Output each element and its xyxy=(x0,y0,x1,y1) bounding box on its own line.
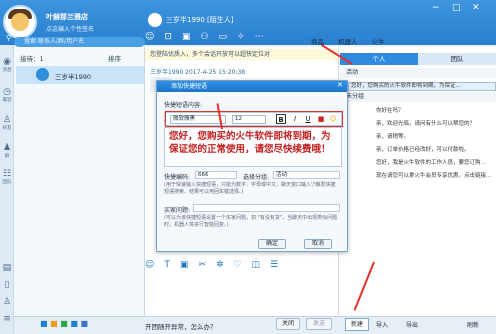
tab-team[interactable]: 团队 xyxy=(418,53,496,65)
phrase-editor[interactable]: 您好，您购买的火牛软件即将到期，为保证您的正常使用，请您尽快续费哦！ xyxy=(164,127,342,167)
team-icon: ☷ xyxy=(2,169,12,179)
contact-icon[interactable]: ♙ xyxy=(0,297,14,307)
person-icon: ♙ xyxy=(2,115,12,125)
gift-icon[interactable]: ✧ xyxy=(237,32,245,42)
app-icon[interactable]: ■ xyxy=(70,319,78,328)
text-icon[interactable]: T xyxy=(164,260,170,270)
send-button[interactable]: 发送 xyxy=(306,318,332,330)
menu-icon[interactable]: ≡ xyxy=(0,314,14,324)
heart-icon[interactable]: ♡ xyxy=(234,260,242,270)
keyword-hint: (可以为该快捷短语设置一个买家问题，如 "有没有货"，当聊天中出现类似问题时，机… xyxy=(164,215,338,228)
sort-button[interactable]: 排序 xyxy=(108,53,121,63)
keyword-label: 买家问题: xyxy=(164,207,191,214)
cancel-button[interactable]: 取消 xyxy=(304,239,332,249)
chat-toolbar: ☺ ⊡ ▣ ⚇ ▭ ✧ ⋯ xyxy=(145,32,331,46)
calendar-icon[interactable]: ▤ xyxy=(0,263,14,273)
emoji-icon[interactable]: ☺ xyxy=(145,260,154,270)
close-icon[interactable]: ✕ xyxy=(472,3,480,13)
app-icon[interactable]: ■ xyxy=(60,319,68,328)
signature[interactable]: 点这编入个性签名 xyxy=(46,24,94,33)
chat-avatar xyxy=(148,13,162,27)
input-toolbar: ☺ T ▣ ✂ ✲ ♡ ◫ ☰ xyxy=(145,260,338,274)
image-icon[interactable]: ▣ xyxy=(180,260,189,270)
phrase-item[interactable]: 您好，我是火牛软件的工作人员，要您订购… xyxy=(376,158,486,166)
ok-button[interactable]: 确定 xyxy=(258,239,286,249)
phrase-item[interactable]: 现在请您可以拿火牛会员专享优惠，点击链接… xyxy=(376,171,492,179)
format-highlight xyxy=(165,111,343,127)
phrase-icon[interactable]: ☰ xyxy=(270,260,278,270)
contact-avatar xyxy=(36,68,49,81)
contact-row[interactable]: 三岁半1990 xyxy=(16,66,144,84)
shortcut-label: 快捷编码: xyxy=(164,174,191,181)
nav-groups[interactable]: ♟ 群 xyxy=(0,143,14,159)
app-icon[interactable]: ■ xyxy=(40,319,48,328)
message-header: 三岁半1990 2017-4-25 15:20:38 xyxy=(150,69,246,76)
nav-recent[interactable]: ◷ 最近 xyxy=(0,87,14,103)
phone-icon[interactable]: ▯ xyxy=(0,280,14,290)
contact-name: 三岁半1990 xyxy=(55,73,92,81)
folder-icon[interactable]: ▣ xyxy=(182,32,191,42)
phrase-item[interactable]: 亲，请稍等。 xyxy=(376,132,409,140)
status-text[interactable]: 开团随开异常，怎么办？ xyxy=(145,321,217,331)
left-nav: ◉ 消息 ◷ 最近 ♙ 好友 ♟ 群 ☷ 团队 ▤ ▯ ♙ ≡ xyxy=(0,45,14,334)
tab-fireox[interactable]: 火牛 xyxy=(372,36,385,46)
phrase-item[interactable]: 你好在吗？ xyxy=(376,106,404,114)
group-ungrouped[interactable]: 未分组 xyxy=(340,92,496,102)
close-icon[interactable]: ✕ xyxy=(337,81,343,89)
notice-bar: 您登陆优质入，多个会话开放可以超快定位对 xyxy=(145,49,338,60)
minimize-icon[interactable]: − xyxy=(432,3,440,13)
new-button[interactable]: 新建 xyxy=(345,318,369,331)
group-icon: ♟ xyxy=(2,143,12,153)
nav-team[interactable]: ☷ 团队 xyxy=(0,169,14,185)
nav-friends[interactable]: ♙ 好友 xyxy=(0,115,14,131)
phrase-item[interactable]: 亲，欢迎光临，请问有什么可以帮您的？ xyxy=(376,119,475,127)
app-icons: ■ ■ ■ ■ ■ xyxy=(40,319,88,328)
snap-icon[interactable]: ✲ xyxy=(216,260,224,270)
group-select[interactable]: 活动 xyxy=(273,171,340,179)
search-icon: ⚲ xyxy=(6,34,12,42)
history-icon[interactable]: ◫ xyxy=(252,260,261,270)
reception-count: 接待：1 xyxy=(20,55,44,63)
shortcut-input[interactable]: 666 xyxy=(195,171,237,179)
group-label: 选择分组: xyxy=(243,174,270,181)
nav-messages[interactable]: ◉ 消息 xyxy=(0,57,14,73)
refresh-button[interactable]: 刷新 xyxy=(467,320,479,329)
shop-name: 叶赫那兰雅店 xyxy=(46,13,88,21)
app-icon[interactable]: ■ xyxy=(80,319,88,328)
contact-list xyxy=(14,47,145,316)
export-button[interactable]: 导出 xyxy=(406,320,418,329)
content-label: 快捷短语内容: xyxy=(164,102,203,109)
message-icon: ◉ xyxy=(3,57,11,67)
screenshot-icon[interactable]: ⊡ xyxy=(164,32,172,42)
cut-icon[interactable]: ✂ xyxy=(198,260,206,270)
card-icon[interactable]: ▭ xyxy=(219,32,228,42)
top-tabs: 商品 机器人 火牛 xyxy=(311,36,496,46)
app-icon[interactable]: ■ xyxy=(50,319,58,328)
phrase-item[interactable]: 您好，您购买的火牛软件即将到期，为保证… xyxy=(348,82,496,91)
dialog-title: 添加快捷短语 xyxy=(157,81,347,92)
tab-robot[interactable]: 机器人 xyxy=(338,36,358,46)
close-button[interactable]: 关闭 xyxy=(276,318,300,330)
emoji-icon[interactable]: ☺ xyxy=(145,32,154,42)
user-icon[interactable]: ⚇ xyxy=(200,32,208,42)
phrase-tabs: 个人 团队 xyxy=(340,53,496,65)
maximize-icon[interactable]: □ xyxy=(452,3,461,13)
group-activity[interactable]: 活动 xyxy=(340,68,496,78)
import-button[interactable]: 导入 xyxy=(376,320,388,329)
search-input[interactable]: 搜索:联系人/群/用户名 xyxy=(14,37,145,47)
keyword-input[interactable] xyxy=(193,204,340,212)
phrase-item[interactable]: 亲，订单价格已经改好，可以付款啦。 xyxy=(376,145,470,153)
more-icon[interactable]: ⋯ xyxy=(255,32,264,42)
clock-icon: ◷ xyxy=(3,87,11,97)
chat-title: 三岁半1990 [陌生人] xyxy=(166,16,234,24)
shortcut-hint: (用于快速输入快捷短语，只能为数字、字母或中文，聊天窗口输入'/'触发快捷短语搜… xyxy=(164,182,336,195)
